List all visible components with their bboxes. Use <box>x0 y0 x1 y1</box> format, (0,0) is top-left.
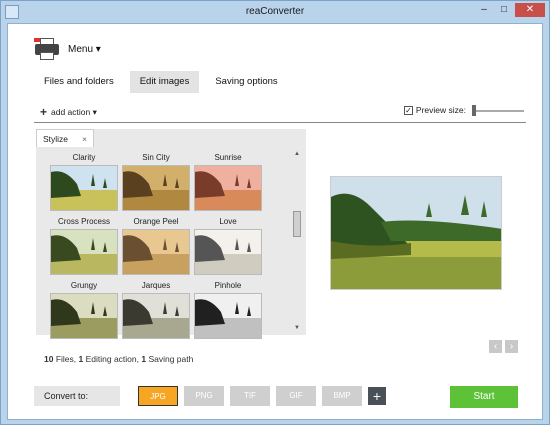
minimize-button[interactable]: – <box>475 3 493 17</box>
tab-files-and-folders[interactable]: Files and folders <box>34 71 124 93</box>
effect-thumbnail[interactable] <box>50 229 118 275</box>
stylize-tab-label: Stylize <box>43 133 69 144</box>
preview-checkbox[interactable]: ✓ <box>403 105 413 115</box>
image-preview <box>330 176 502 290</box>
maximize-button[interactable]: □ <box>495 3 513 17</box>
scroll-up-icon[interactable]: ▲ <box>292 151 302 157</box>
app-window: reaConverter – □ ✕ Menu ▾ Files and fold… <box>0 0 550 425</box>
client-area: Menu ▾ Files and folders Edit images Sav… <box>7 23 543 420</box>
preview-size-label: Preview size: <box>415 105 466 115</box>
add-format-button[interactable]: + <box>368 387 386 405</box>
convert-bar: Convert to: JPG PNG TIF GIF BMP + <box>34 386 386 406</box>
status-summary: 10 Files, 1 Editing action, 1 Saving pat… <box>44 354 193 364</box>
effect-thumbnail[interactable] <box>122 229 190 275</box>
printer-icon <box>34 38 60 60</box>
main-tabs: Files and folders Edit images Saving opt… <box>34 71 294 93</box>
effect-label: Cross Process <box>57 217 110 226</box>
add-action-button[interactable]: + add action ▾ <box>40 105 97 119</box>
effect-thumbnail[interactable] <box>122 293 190 339</box>
tab-stylize[interactable]: Stylize × <box>36 129 95 148</box>
effect-item[interactable]: Sunrise <box>194 151 262 211</box>
effect-item[interactable]: Clarity <box>50 151 118 211</box>
effect-label: Grungy <box>70 281 98 290</box>
effect-item[interactable]: Grungy <box>50 279 118 339</box>
effect-item[interactable]: Orange Peel <box>122 215 190 275</box>
effect-item[interactable]: Jarques <box>122 279 190 339</box>
title-bar: reaConverter – □ ✕ <box>1 1 549 23</box>
menu-button[interactable]: Menu ▾ <box>34 38 101 60</box>
format-jpg-button[interactable]: JPG <box>138 386 178 406</box>
format-gif-button[interactable]: GIF <box>276 386 316 406</box>
effect-label: Sunrise <box>214 153 242 162</box>
effects-panel: Stylize × Clarity Sin City Sunrise Cross Pr… <box>36 129 306 339</box>
convert-to-label: Convert to: <box>34 386 120 406</box>
image-navigation: ‹ › <box>486 340 518 353</box>
effect-label: Love <box>219 217 237 226</box>
format-png-button[interactable]: PNG <box>184 386 224 406</box>
effect-thumbnail[interactable] <box>50 165 118 211</box>
files-label: Files, <box>53 354 79 364</box>
effect-item[interactable]: Cross Process <box>50 215 118 275</box>
effect-thumbnail[interactable] <box>194 293 262 339</box>
effect-item[interactable]: Pinhole <box>194 279 262 339</box>
effect-label: Pinhole <box>214 281 242 290</box>
slider-thumb[interactable] <box>472 105 476 116</box>
preview-size-control: ✓ Preview size: <box>403 105 466 115</box>
scrollbar-thumb[interactable] <box>293 211 301 237</box>
close-button[interactable]: ✕ <box>515 3 545 17</box>
format-bmp-button[interactable]: BMP <box>322 386 362 406</box>
saving-label: Saving path <box>146 354 194 364</box>
tab-saving-options[interactable]: Saving options <box>205 71 287 93</box>
effect-thumbnail[interactable] <box>50 293 118 339</box>
plus-icon: + <box>40 105 48 119</box>
effect-label: Jarques <box>141 281 171 290</box>
add-action-label: add action ▾ <box>51 106 97 117</box>
window-title: reaConverter <box>245 6 305 17</box>
effect-thumbnail[interactable] <box>122 165 190 211</box>
effect-label: Clarity <box>72 153 96 162</box>
preview-size-slider[interactable] <box>472 105 524 116</box>
menu-label: Menu ▾ <box>68 43 101 55</box>
scroll-down-icon[interactable]: ▼ <box>292 325 302 331</box>
effect-thumbnail[interactable] <box>194 229 262 275</box>
format-tif-button[interactable]: TIF <box>230 386 270 406</box>
start-button[interactable]: Start <box>450 386 518 408</box>
effect-item[interactable]: Sin City <box>122 151 190 211</box>
close-icon[interactable]: × <box>82 130 87 148</box>
effect-label: Orange Peel <box>133 217 179 226</box>
effect-label: Sin City <box>142 153 170 162</box>
effect-item[interactable]: Love <box>194 215 262 275</box>
tab-edit-images[interactable]: Edit images <box>129 71 200 93</box>
action-bar: + add action ▾ ✓ Preview size: <box>34 101 526 123</box>
editing-label: Editing action, <box>83 354 142 364</box>
prev-image-button[interactable]: ‹ <box>489 340 502 353</box>
next-image-button[interactable]: › <box>505 340 518 353</box>
vertical-scrollbar[interactable]: ▲ ▼ <box>292 151 302 331</box>
effect-thumbnail[interactable] <box>194 165 262 211</box>
